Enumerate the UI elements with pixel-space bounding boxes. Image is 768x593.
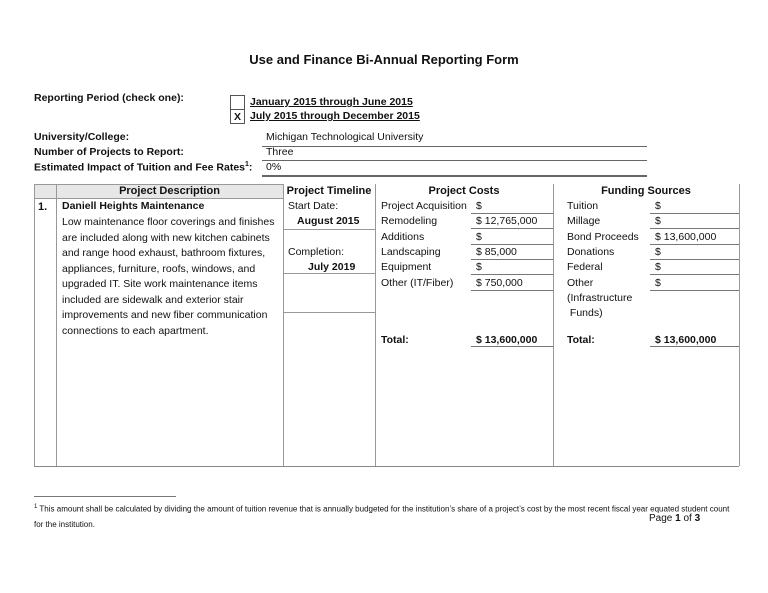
- period-option-2: July 2015 through December 2015: [250, 110, 420, 122]
- funding-value[interactable]: $: [655, 277, 661, 289]
- completion-label: Completion:: [288, 246, 345, 258]
- funding-value[interactable]: $: [655, 200, 661, 212]
- funding-value[interactable]: $: [655, 215, 661, 227]
- cost-label: Remodeling: [381, 215, 438, 228]
- cost-label: Equipment: [381, 261, 432, 274]
- funding-label: Tuition: [567, 200, 599, 212]
- funding-label: Federal: [567, 261, 603, 274]
- cost-value[interactable]: $ 750,000: [476, 277, 523, 289]
- completion-value[interactable]: July 2019: [308, 261, 355, 273]
- reporting-period-label: Reporting Period (check one):: [34, 92, 184, 104]
- cost-label: Other (IT/Fiber): [381, 276, 454, 289]
- tuition-impact-value[interactable]: 0%: [266, 161, 281, 173]
- header-project-costs: Project Costs: [428, 185, 500, 197]
- costs-total-value[interactable]: $ 13,600,000: [476, 334, 537, 346]
- project-number: 1.: [38, 201, 48, 213]
- project-count-value[interactable]: Three: [266, 146, 293, 158]
- cost-value[interactable]: $: [476, 200, 482, 212]
- period-option-1: January 2015 through June 2015: [250, 96, 413, 108]
- funding-label: Donations: [567, 245, 615, 258]
- funding-value[interactable]: $: [655, 261, 661, 273]
- period-checkbox-1[interactable]: [230, 95, 245, 110]
- funding-total-value[interactable]: $ 13,600,000: [655, 334, 716, 346]
- funding-value[interactable]: $: [655, 246, 661, 258]
- cost-label: Landscaping: [381, 245, 441, 258]
- footnote-separator: [34, 496, 176, 497]
- period-checkbox-2[interactable]: X: [230, 109, 245, 124]
- footnote: 1 This amount shall be calculated by div…: [34, 504, 730, 529]
- funding-label: Funds): [567, 307, 603, 320]
- university-label: University/College:: [34, 131, 130, 143]
- funding-label: (Infrastructure: [567, 291, 633, 304]
- funding-label: Other: [567, 276, 594, 289]
- page-number: Page 1 of 3: [649, 513, 701, 524]
- header-funding-sources: Funding Sources: [601, 185, 691, 197]
- project-name: Daniell Heights Maintenance: [62, 200, 205, 212]
- cost-value[interactable]: $: [476, 231, 482, 243]
- project-count-label: Number of Projects to Report:: [34, 146, 184, 158]
- cost-value[interactable]: $ 85,000: [476, 246, 517, 258]
- tuition-impact-label: Estimated Impact of Tuition and Fee Rate…: [34, 161, 253, 174]
- costs-total-label: Total:: [381, 334, 409, 346]
- start-date-value[interactable]: August 2015: [297, 215, 359, 227]
- funding-label: Millage: [567, 215, 601, 228]
- cost-value[interactable]: $ 12,765,000: [476, 215, 537, 227]
- cost-label: Additions: [381, 230, 425, 243]
- cost-value[interactable]: $: [476, 261, 482, 273]
- project-description: Low maintenance floor coverings and fini…: [62, 216, 275, 337]
- header-project-timeline: Project Timeline: [286, 185, 372, 197]
- header-project-description: Project Description: [119, 185, 220, 197]
- funding-value[interactable]: $ 13,600,000: [655, 231, 716, 243]
- university-value[interactable]: Michigan Technological University: [266, 131, 423, 143]
- cost-label: Project Acquisition: [381, 200, 467, 212]
- funding-total-label: Total:: [567, 334, 595, 346]
- start-date-label: Start Date:: [288, 200, 339, 212]
- form-title: Use and Finance Bi-Annual Reporting Form: [249, 52, 519, 67]
- funding-label: Bond Proceeds: [567, 230, 639, 243]
